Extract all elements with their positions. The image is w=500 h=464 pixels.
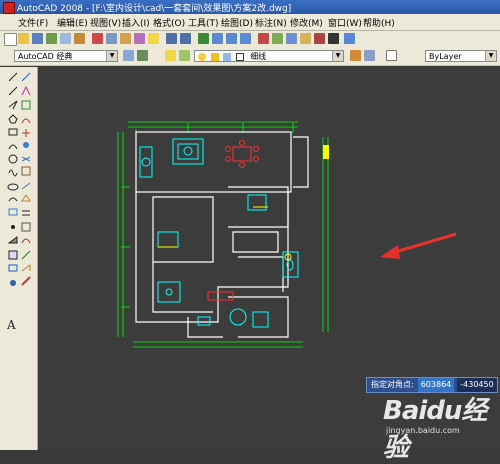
copy-icon[interactable] <box>106 33 117 44</box>
sheet-set-icon[interactable] <box>300 33 311 44</box>
menu-view[interactable]: 视图(V) <box>90 16 121 29</box>
menu-dimension[interactable]: 标注(N) <box>255 16 287 29</box>
chevron-down-icon: ▼ <box>485 51 496 61</box>
window-title: AutoCAD 2008 - [F:\室内设计\cad\一套套间\效果图\方案2… <box>17 4 292 14</box>
cut-icon[interactable] <box>92 33 103 44</box>
zoom-window-icon[interactable] <box>226 33 237 44</box>
plot-icon[interactable] <box>46 33 57 44</box>
block-editor-icon[interactable] <box>148 33 159 44</box>
menu-modify[interactable]: 修改(M) <box>290 16 323 29</box>
help-icon[interactable] <box>344 33 355 44</box>
markup-icon[interactable] <box>314 33 325 44</box>
autocad-app-icon[interactable] <box>3 2 15 14</box>
workspace-settings-icon[interactable] <box>123 50 134 61</box>
color-swatch-icon <box>235 52 244 61</box>
workspace-value: AutoCAD 经典 <box>18 52 73 61</box>
layer-dropdown[interactable]: 细线 ▼ <box>194 50 344 62</box>
furniture <box>139 138 299 328</box>
layer-previous-icon[interactable] <box>364 50 375 61</box>
color-control-icon[interactable] <box>386 50 397 61</box>
workspace-dropdown[interactable]: AutoCAD 经典 ▼ <box>14 50 118 62</box>
workspace-toolbar: AutoCAD 经典 ▼ 细线 ▼ ByLayer ▼ <box>0 48 500 66</box>
paste-icon[interactable] <box>120 33 131 44</box>
standard-toolbar <box>0 31 500 49</box>
layer-value: 细线 <box>250 52 267 61</box>
make-current-layer-icon[interactable] <box>350 50 361 61</box>
workspaces-icon[interactable] <box>137 50 148 61</box>
zoom-realtime-icon[interactable] <box>212 33 223 44</box>
new-file-icon[interactable] <box>4 33 17 46</box>
menu-insert[interactable]: 插入(I) <box>122 16 150 29</box>
draw-tools-strip <box>7 72 31 286</box>
redo-icon[interactable] <box>180 33 191 44</box>
design-center-icon[interactable] <box>272 33 283 44</box>
baidu-watermark: Baidu经验 jingyan.baidu.com <box>383 392 497 463</box>
chevron-down-icon: ▼ <box>106 51 117 61</box>
plot-preview-icon[interactable] <box>60 33 71 44</box>
zoom-previous-icon[interactable] <box>240 33 251 44</box>
dimension-lines <box>117 121 329 348</box>
yellow-marker <box>323 145 329 159</box>
calculator-icon[interactable] <box>328 33 339 44</box>
dining-table <box>207 140 259 301</box>
lightbulb-icon <box>198 52 206 61</box>
title-bar: AutoCAD 2008 - [F:\室内设计\cad\一套套间\效果图\方案2… <box>0 0 500 14</box>
menu-file[interactable]: 文件(F) <box>18 16 48 29</box>
save-icon[interactable] <box>32 33 43 44</box>
menu-window[interactable]: 窗口(W) <box>328 16 362 29</box>
layer-properties-icon[interactable] <box>165 50 176 61</box>
sun-icon <box>210 52 219 61</box>
menu-bar: 文件(F) 编辑(E) 视图(V) 插入(I) 格式(O) 工具(T) 绘图(D… <box>0 14 500 31</box>
properties-icon[interactable] <box>258 33 269 44</box>
menu-help[interactable]: 帮助(H) <box>363 16 395 29</box>
menu-tools[interactable]: 工具(T) <box>188 16 219 29</box>
walls <box>135 131 309 338</box>
open-folder-icon[interactable] <box>18 33 29 44</box>
draw-modify-toolbars: A <box>0 67 38 450</box>
menu-format[interactable]: 格式(O) <box>153 16 185 29</box>
pan-icon[interactable] <box>198 33 209 44</box>
text-tool-icon[interactable]: A <box>7 318 16 332</box>
linetype-value: ByLayer <box>429 52 462 61</box>
linetype-dropdown[interactable]: ByLayer ▼ <box>425 50 497 62</box>
match-properties-icon[interactable] <box>134 33 145 44</box>
undo-icon[interactable] <box>166 33 177 44</box>
chevron-down-icon: ▼ <box>332 51 343 61</box>
red-arrow-annotation <box>380 232 457 259</box>
publish-icon[interactable] <box>74 33 85 44</box>
tool-palettes-icon[interactable] <box>286 33 297 44</box>
lock-icon <box>223 52 232 61</box>
watermark-site: jingyan.baidu.com <box>386 426 460 435</box>
layer-states-icon[interactable] <box>179 50 190 61</box>
menu-draw[interactable]: 绘图(D) <box>221 16 253 29</box>
menu-edit[interactable]: 编辑(E) <box>57 16 88 29</box>
